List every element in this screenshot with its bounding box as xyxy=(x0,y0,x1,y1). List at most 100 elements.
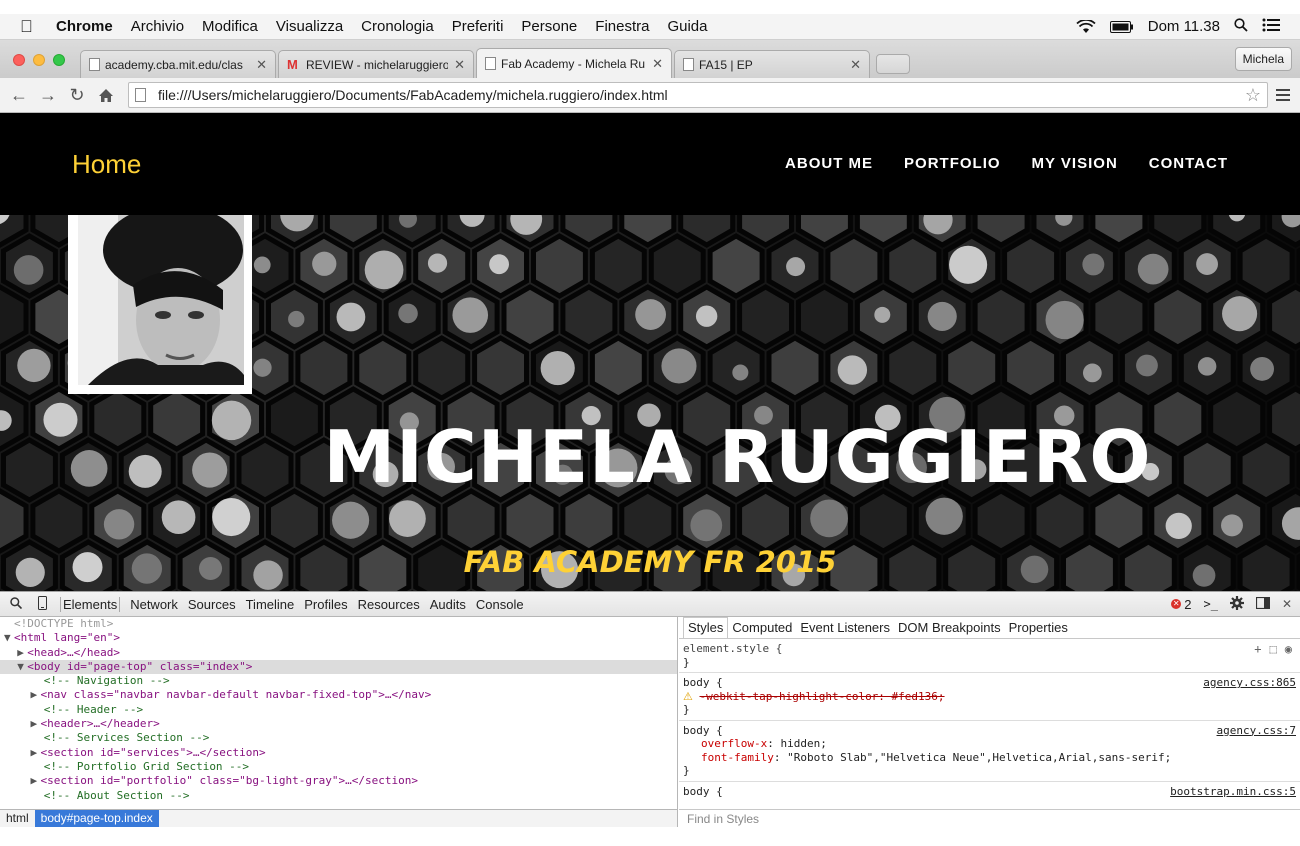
style-rule[interactable]: body { bootstrap.min.css:5 xyxy=(679,782,1300,802)
devtools-tab-resources[interactable]: Resources xyxy=(358,597,420,612)
devtools-tab-network[interactable]: Network xyxy=(130,597,178,612)
close-devtools-icon[interactable]: ✕ xyxy=(1282,597,1292,611)
rule-source-link[interactable]: agency.css:7 xyxy=(1217,724,1296,738)
color-format-icon[interactable]: ◉ xyxy=(1285,642,1292,657)
inspect-search-icon[interactable] xyxy=(8,596,24,612)
property-value[interactable]: : hidden; xyxy=(767,737,827,750)
dom-node[interactable]: <!DOCTYPE html> xyxy=(0,617,677,631)
dom-node[interactable]: <!-- Portfolio Grid Section --> xyxy=(0,760,677,774)
devtools-tab-profiles[interactable]: Profiles xyxy=(304,597,347,612)
battery-icon[interactable] xyxy=(1109,20,1134,33)
dom-node[interactable]: ▶ <head>…</head> xyxy=(0,646,677,660)
menu-finestra[interactable]: Finestra xyxy=(595,18,649,35)
notification-center-icon[interactable] xyxy=(1262,18,1280,36)
collapse-triangle-icon[interactable]: ▶ xyxy=(31,688,41,702)
dom-node[interactable]: <!-- Navigation --> xyxy=(0,674,677,688)
menubar-clock[interactable]: Dom 11.38 xyxy=(1148,18,1220,35)
sidebar-tab-properties[interactable]: Properties xyxy=(1005,620,1072,638)
close-window-button[interactable] xyxy=(13,54,25,66)
menu-cronologia[interactable]: Cronologia xyxy=(361,18,434,35)
tab-close-icon[interactable]: ✕ xyxy=(454,57,465,73)
style-rule[interactable]: body { agency.css:7 overflow-x: hidden; … xyxy=(679,721,1300,782)
address-bar[interactable]: file:///Users/michelaruggiero/Documents/… xyxy=(128,82,1268,108)
find-in-styles-input[interactable]: Find in Styles xyxy=(679,809,1300,827)
browser-tab[interactable]: M REVIEW - michelaruggiero ✕ xyxy=(278,50,474,78)
forward-arrow-icon[interactable]: → xyxy=(37,84,59,106)
dom-node[interactable]: <!-- Header --> xyxy=(0,703,677,717)
chrome-menu-icon[interactable] xyxy=(1276,89,1290,101)
breadcrumb-html[interactable]: html xyxy=(0,810,35,827)
zoom-window-button[interactable] xyxy=(53,54,65,66)
menu-modifica[interactable]: Modifica xyxy=(202,18,258,35)
new-style-rule-icon[interactable]: + xyxy=(1254,642,1261,657)
devtools-tab-sources[interactable]: Sources xyxy=(188,597,236,612)
bookmark-star-icon[interactable]: ☆ xyxy=(1245,85,1261,106)
site-brand-link[interactable]: Home xyxy=(72,149,141,180)
menu-archivio[interactable]: Archivio xyxy=(131,18,184,35)
style-rule[interactable]: body { agency.css:865 ⚠ -webkit-tap-high… xyxy=(679,673,1300,721)
breadcrumb-body[interactable]: body#page-top.index xyxy=(34,810,159,827)
menu-persone[interactable]: Persone xyxy=(521,18,577,35)
nav-my-vision[interactable]: MY VISION xyxy=(1032,155,1118,172)
dom-node[interactable]: ▶ <nav class="navbar navbar-default navba… xyxy=(0,688,677,702)
home-icon[interactable] xyxy=(95,84,117,106)
dom-node[interactable]: ▶ <section id="services">…</section> xyxy=(0,746,677,760)
error-count-badge[interactable]: ✕ 2 xyxy=(1171,597,1191,612)
element-state-icon[interactable]: ⬚ xyxy=(1270,642,1277,657)
collapse-triangle-icon[interactable]: ▶ xyxy=(17,646,27,660)
spotlight-search-icon[interactable] xyxy=(1234,17,1248,36)
nav-portfolio[interactable]: PORTFOLIO xyxy=(904,155,1001,172)
style-property[interactable]: overflow-x: hidden; xyxy=(683,737,1296,751)
rule-source-link[interactable]: agency.css:865 xyxy=(1203,676,1296,690)
menu-visualizza[interactable]: Visualizza xyxy=(276,18,343,35)
sidebar-tab-styles[interactable]: Styles xyxy=(683,617,729,638)
expand-triangle-icon[interactable]: ▼ xyxy=(17,660,27,674)
tab-close-icon[interactable]: ✕ xyxy=(652,56,663,72)
collapse-triangle-icon[interactable]: ▶ xyxy=(31,717,41,731)
expand-triangle-icon[interactable]: ▼ xyxy=(4,631,14,645)
dom-node[interactable]: ▶ <section id="portfolio" class="bg-light… xyxy=(0,774,677,788)
dom-node-selected[interactable]: ▼ <body id="page-top" class="index"> xyxy=(0,659,677,675)
address-url[interactable]: file:///Users/michelaruggiero/Documents/… xyxy=(158,87,1245,103)
browser-tab[interactable]: academy.cba.mit.edu/clas ✕ xyxy=(80,50,276,78)
profile-button[interactable]: Michela xyxy=(1234,47,1292,71)
menu-preferiti[interactable]: Preferiti xyxy=(452,18,504,35)
style-property[interactable]: font-family: "Roboto Slab","Helvetica Ne… xyxy=(683,751,1296,765)
property-name[interactable]: overflow-x xyxy=(701,737,767,750)
back-arrow-icon[interactable]: ← xyxy=(8,84,30,106)
devtools-tab-timeline[interactable]: Timeline xyxy=(246,597,295,612)
menu-guida[interactable]: Guida xyxy=(667,18,707,35)
dock-side-icon[interactable] xyxy=(1255,596,1271,612)
overridden-property[interactable]: -webkit-tap-highlight-color: #fed136; xyxy=(700,690,945,703)
collapse-triangle-icon[interactable]: ▶ xyxy=(31,746,41,760)
browser-tab-active[interactable]: Fab Academy - Michela Ru ✕ xyxy=(476,48,672,78)
dom-node[interactable]: <!-- About Section --> xyxy=(0,789,677,803)
dom-node[interactable]: ▶ <header>…</header> xyxy=(0,717,677,731)
console-drawer-icon[interactable]: >_ xyxy=(1203,597,1217,611)
tab-close-icon[interactable]: ✕ xyxy=(256,57,267,73)
collapse-triangle-icon[interactable]: ▶ xyxy=(31,774,41,788)
dom-node[interactable]: ▼ <html lang="en"> xyxy=(0,631,677,645)
settings-gear-icon[interactable] xyxy=(1229,595,1244,613)
browser-tab[interactable]: FA15 | EP ✕ xyxy=(674,50,870,78)
minimize-window-button[interactable] xyxy=(33,54,45,66)
devtools-tab-audits[interactable]: Audits xyxy=(430,597,466,612)
wifi-icon[interactable] xyxy=(1076,19,1096,34)
reload-icon[interactable]: ↻ xyxy=(66,84,88,106)
dom-node[interactable]: <!-- Services Section --> xyxy=(0,731,677,745)
device-mode-icon[interactable] xyxy=(34,595,50,613)
sidebar-tab-event-listeners[interactable]: Event Listeners xyxy=(796,620,894,638)
sidebar-tab-dom-breakpoints[interactable]: DOM Breakpoints xyxy=(894,620,1005,638)
style-rule-element[interactable]: element.style { } + ⬚ ◉ xyxy=(679,639,1300,673)
apple-icon[interactable]:  xyxy=(20,17,56,37)
devtools-tab-console[interactable]: Console xyxy=(476,597,524,612)
new-tab-button[interactable] xyxy=(876,54,910,74)
nav-contact[interactable]: CONTACT xyxy=(1149,155,1228,172)
menu-app-name[interactable]: Chrome xyxy=(56,18,113,35)
sidebar-tab-computed[interactable]: Computed xyxy=(728,620,796,638)
devtools-tab-elements[interactable]: Elements xyxy=(60,596,121,612)
rule-source-link[interactable]: bootstrap.min.css:5 xyxy=(1170,785,1296,799)
property-name[interactable]: font-family xyxy=(701,751,774,764)
tab-close-icon[interactable]: ✕ xyxy=(850,57,861,73)
property-value[interactable]: : "Roboto Slab","Helvetica Neue",Helveti… xyxy=(774,751,1171,764)
